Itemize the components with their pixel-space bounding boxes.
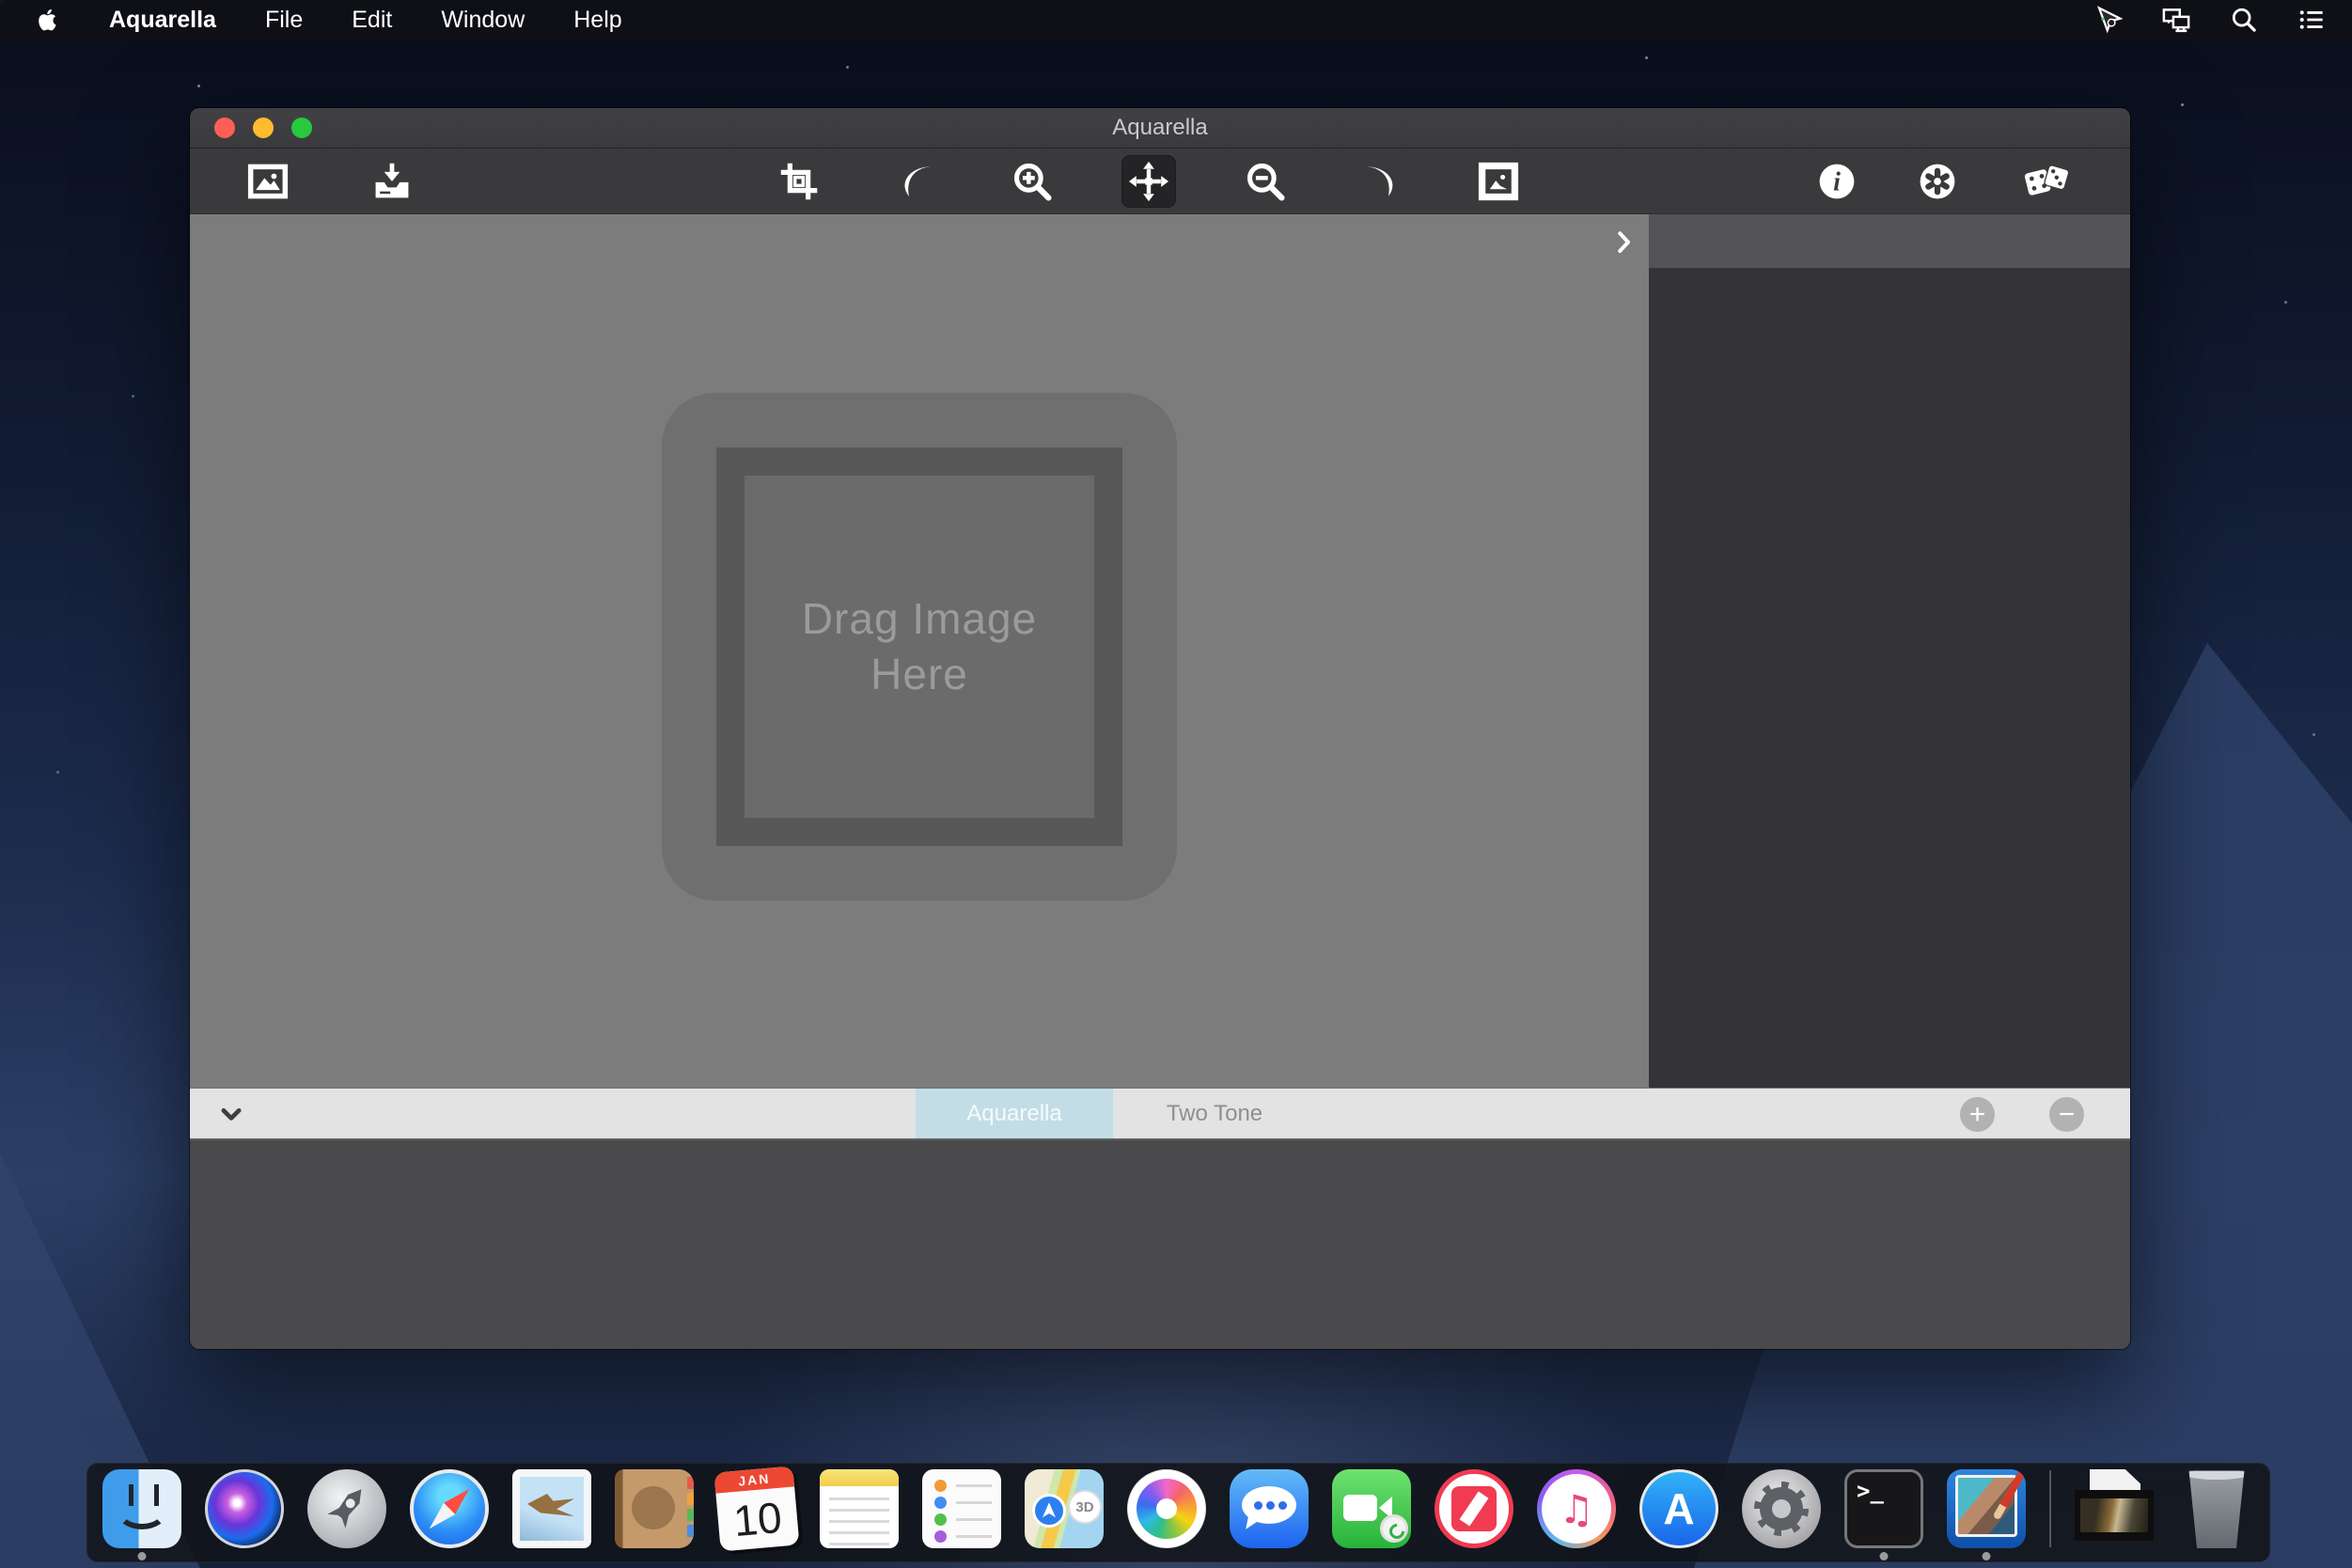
menu-item-file[interactable]: File: [265, 7, 303, 34]
messages-icon: [1230, 1469, 1309, 1548]
calendar-icon: JAN 10: [713, 1466, 799, 1551]
move-tool-icon[interactable]: [1121, 155, 1176, 208]
window-content: Drag Image Here: [190, 214, 2130, 1088]
display-mirroring-icon[interactable]: [2162, 6, 2190, 34]
dock-item-notes[interactable]: [820, 1469, 899, 1548]
dock-item-trash[interactable]: [2177, 1469, 2256, 1548]
menu-bar: Aquarella File Edit Window Help: [0, 0, 2352, 39]
add-button[interactable]: +: [1960, 1097, 1995, 1132]
dock-divider: [2049, 1470, 2051, 1547]
trash-icon: [2177, 1469, 2256, 1548]
notes-icon: [820, 1469, 899, 1548]
spotlight-search-icon[interactable]: [2230, 6, 2258, 34]
compare-image-icon[interactable]: [1471, 155, 1526, 208]
finder-icon: [102, 1469, 181, 1548]
chevron-down-icon[interactable]: [218, 1102, 244, 1128]
dropzone-frame: Drag Image Here: [716, 447, 1122, 846]
menu-app-name[interactable]: Aquarella: [109, 7, 216, 34]
dock-item-app-store[interactable]: A: [1639, 1469, 1718, 1548]
dock-item-mail[interactable]: [512, 1469, 591, 1548]
canvas-area[interactable]: Drag Image Here: [190, 214, 1649, 1088]
maps-icon: 3D: [1025, 1469, 1104, 1548]
bottom-panel: [190, 1140, 2130, 1349]
terminal-icon: >_: [1844, 1469, 1923, 1548]
dock-item-launchpad[interactable]: [307, 1469, 386, 1548]
window-title: Aquarella: [1112, 115, 1207, 141]
system-preferences-icon: [1742, 1469, 1821, 1548]
info-icon[interactable]: i: [1810, 155, 1864, 208]
dock-item-image-file[interactable]: [2075, 1469, 2154, 1548]
chevron-right-icon[interactable]: [1609, 227, 1638, 256]
dock-item-terminal[interactable]: >_: [1844, 1469, 1923, 1548]
crop-icon[interactable]: [772, 155, 826, 208]
contacts-icon: [615, 1469, 694, 1548]
title-bar[interactable]: Aquarella: [190, 108, 2130, 149]
calendar-day: 10: [715, 1486, 799, 1551]
screen-share-cursor-icon[interactable]: [2094, 6, 2123, 34]
menu-item-window[interactable]: Window: [441, 7, 525, 34]
dock-item-photos[interactable]: [1127, 1469, 1206, 1548]
tab-two-tone[interactable]: Two Tone: [1113, 1089, 1316, 1138]
image-dropzone[interactable]: Drag Image Here: [662, 393, 1177, 901]
app-store-icon: A: [1639, 1469, 1718, 1548]
dock-item-itunes[interactable]: ♫: [1537, 1469, 1616, 1548]
tab-aquarella[interactable]: Aquarella: [916, 1089, 1113, 1138]
desktop: Aquarella File Edit Window Help: [0, 0, 2352, 1568]
dock-item-safari[interactable]: [410, 1469, 489, 1548]
dock-item-system-preferences[interactable]: [1742, 1469, 1821, 1548]
dock-item-aquarella[interactable]: [1947, 1469, 2026, 1548]
zoom-button[interactable]: [291, 118, 312, 138]
facetime-icon: [1332, 1469, 1411, 1548]
dropzone-text: Drag Image Here: [750, 591, 1089, 702]
dock: JAN 10 3D ♫: [86, 1463, 2270, 1562]
effects-icon[interactable]: [1910, 155, 1965, 208]
reminders-icon: [922, 1469, 1001, 1548]
aquarella-app-icon: [1947, 1469, 2026, 1548]
launchpad-icon: [307, 1469, 386, 1548]
siri-icon: [205, 1469, 284, 1548]
menu-item-help[interactable]: Help: [573, 7, 621, 34]
side-panel: [1649, 214, 2130, 1088]
maps-3d-badge: 3D: [1068, 1490, 1102, 1524]
safari-icon: [410, 1469, 489, 1548]
open-image-icon[interactable]: [241, 155, 295, 208]
photos-icon: [1127, 1469, 1206, 1548]
import-save-icon[interactable]: [365, 155, 419, 208]
dock-item-finder[interactable]: [102, 1469, 181, 1548]
undo-icon[interactable]: [888, 155, 943, 208]
dock-item-messages[interactable]: [1230, 1469, 1309, 1548]
dock-item-news[interactable]: [1435, 1469, 1513, 1548]
news-icon: [1435, 1469, 1513, 1548]
dock-item-contacts[interactable]: [615, 1469, 694, 1548]
filmstrip-bar: Aquarella Two Tone + −: [190, 1088, 2130, 1140]
itunes-note-glyph: ♫: [1542, 1474, 1611, 1544]
zoom-in-icon[interactable]: [1005, 155, 1059, 208]
dock-item-facetime[interactable]: [1332, 1469, 1411, 1548]
itunes-icon: ♫: [1537, 1469, 1616, 1548]
traffic-lights: [214, 118, 312, 138]
mail-icon: [512, 1469, 591, 1548]
remove-button[interactable]: −: [2049, 1097, 2084, 1132]
menu-item-edit[interactable]: Edit: [352, 7, 392, 34]
close-button[interactable]: [214, 118, 235, 138]
minimize-button[interactable]: [253, 118, 274, 138]
side-panel-header: [1649, 214, 2130, 268]
dock-item-reminders[interactable]: [922, 1469, 1001, 1548]
randomize-dice-icon[interactable]: [2019, 155, 2074, 208]
apple-menu-icon[interactable]: [32, 6, 60, 34]
dock-item-maps[interactable]: 3D: [1025, 1469, 1104, 1548]
menu-list-icon[interactable]: [2297, 6, 2326, 34]
redo-icon[interactable]: [1355, 155, 1409, 208]
svg-text:i: i: [1833, 168, 1841, 197]
dock-item-siri[interactable]: [205, 1469, 284, 1548]
zoom-out-icon[interactable]: [1238, 155, 1293, 208]
toolbar: i: [190, 149, 2130, 214]
image-file-icon: [2075, 1469, 2154, 1548]
aquarella-window: Aquarella: [190, 108, 2130, 1349]
dock-item-calendar[interactable]: JAN 10: [717, 1469, 796, 1548]
